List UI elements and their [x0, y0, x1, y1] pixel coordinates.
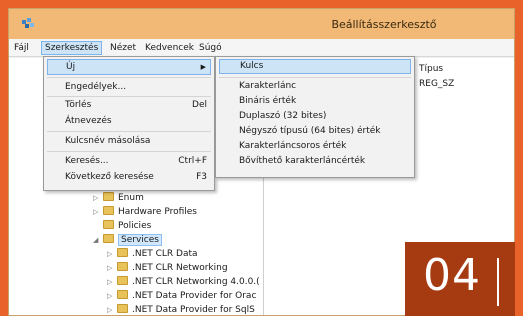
folder-icon [103, 192, 114, 201]
menu-help[interactable]: Súgó [196, 41, 225, 55]
tree-item-enum[interactable]: ▷ Enum [93, 191, 144, 205]
new-submenu: Kulcs Karakterlánc Bináris érték Duplasz… [215, 56, 415, 178]
menu-item-copy-key-name[interactable]: Kulcsnév másolása [47, 133, 211, 149]
folder-icon [103, 220, 114, 229]
chevron-down-icon[interactable]: ◢ [93, 233, 103, 247]
tree-item-net-clr-networking[interactable]: ▷ .NET CLR Networking [107, 261, 228, 275]
menu-file[interactable]: Fájl [11, 41, 32, 55]
folder-icon [103, 206, 114, 215]
chevron-right-icon[interactable]: ▷ [93, 205, 103, 219]
menu-separator [47, 77, 211, 78]
submenu-item-string-value[interactable]: Karakterlánc [219, 79, 411, 94]
folder-icon [117, 262, 128, 271]
tree-item-net-data-provider-oracle[interactable]: ▷ .NET Data Provider for Orac [107, 289, 256, 303]
submenu-item-binary-value[interactable]: Bináris érték [219, 94, 411, 109]
folder-icon [117, 248, 128, 257]
value-type-cell[interactable]: REG_SZ [419, 78, 454, 90]
column-header-type[interactable]: Típus [419, 62, 443, 76]
menu-favorites[interactable]: Kedvencek [142, 41, 197, 55]
chevron-right-icon[interactable]: ▷ [107, 303, 117, 315]
title-bar: Beállításszerkesztő [9, 9, 514, 39]
tree-item-net-clr-data[interactable]: ▷ .NET CLR Data [107, 247, 198, 261]
submenu-item-dword-value[interactable]: Duplaszó (32 bites) [219, 109, 411, 124]
menu-item-find[interactable]: Keresés... Ctrl+F [47, 153, 207, 169]
tree-item-policies[interactable]: Policies [93, 219, 151, 233]
menu-separator [47, 151, 211, 152]
chevron-right-icon[interactable]: ▷ [107, 261, 117, 275]
step-number-badge: 04 [405, 242, 515, 316]
submenu-item-qword-value[interactable]: Négyszó típusú (64 bites) érték [219, 124, 411, 139]
menu-edit[interactable]: Szerkesztés [41, 41, 103, 55]
registry-editor-icon [22, 18, 34, 28]
chevron-right-icon[interactable]: ▷ [107, 289, 117, 303]
cursor-bar [497, 258, 499, 306]
step-number: 04 [423, 250, 481, 301]
menu-separator [47, 131, 211, 132]
folder-icon [117, 276, 128, 285]
tree-item-net-clr-networking-4[interactable]: ▷ .NET CLR Networking 4.0.0.( [107, 275, 260, 289]
chevron-right-icon[interactable]: ▷ [93, 191, 103, 205]
folder-icon [117, 290, 128, 299]
tree-item-hardware-profiles[interactable]: ▷ Hardware Profiles [93, 205, 197, 219]
menu-separator [219, 77, 411, 78]
menu-item-permissions[interactable]: Engedélyek... [47, 79, 211, 95]
submenu-item-multi-string-value[interactable]: Karakterláncsoros érték [219, 139, 411, 154]
window-title: Beállításszerkesztő [331, 18, 437, 31]
tree-item-net-data-provider-sqlserver[interactable]: ▷ .NET Data Provider for SqlS [107, 303, 255, 315]
menu-item-new[interactable]: Új ▶ [47, 59, 211, 75]
folder-icon [117, 304, 128, 313]
chevron-right-icon[interactable]: ▷ [107, 275, 117, 289]
edit-menu-dropdown: Új ▶ Engedélyek... Törlés Del Átnevezés … [43, 56, 215, 191]
submenu-arrow-icon: ▶ [200, 63, 206, 71]
menu-item-find-next[interactable]: Következő keresése F3 [47, 169, 207, 185]
menu-item-rename[interactable]: Átnevezés [47, 113, 211, 129]
menu-item-delete[interactable]: Törlés Del [47, 97, 207, 113]
folder-open-icon [103, 234, 114, 243]
tree-item-services[interactable]: ◢ Services [93, 233, 162, 247]
chevron-right-icon[interactable]: ▷ [107, 247, 117, 261]
submenu-item-expandable-string-value[interactable]: Bővíthető karakterláncérték [219, 154, 411, 169]
menu-bar: Fájl Szerkesztés Nézet Kedvencek Súgó [9, 39, 514, 57]
submenu-item-key[interactable]: Kulcs [219, 59, 411, 74]
menu-view[interactable]: Nézet [107, 41, 139, 55]
